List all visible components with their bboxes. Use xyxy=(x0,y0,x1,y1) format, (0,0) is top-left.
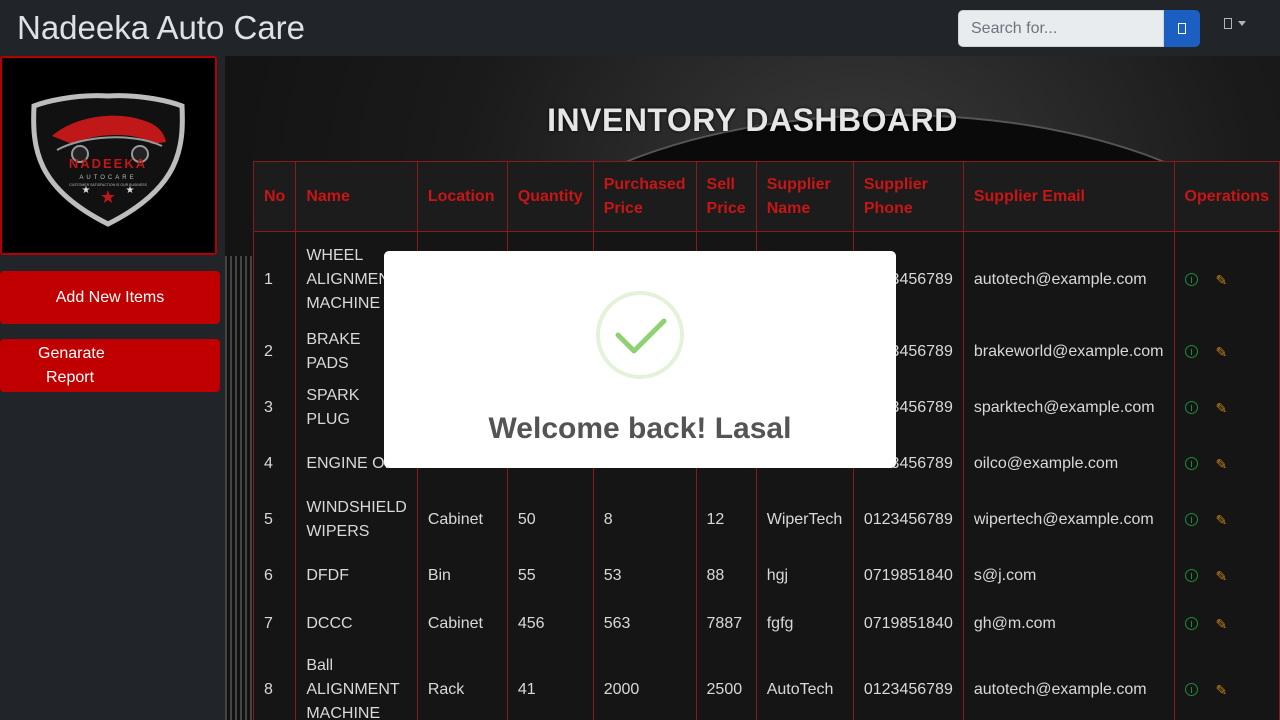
success-check-icon xyxy=(596,291,684,379)
welcome-modal: Welcome back! Lasal xyxy=(384,251,896,468)
modal-overlay: Welcome back! Lasal xyxy=(0,0,1280,720)
modal-title: Welcome back! Lasal xyxy=(488,412,792,445)
